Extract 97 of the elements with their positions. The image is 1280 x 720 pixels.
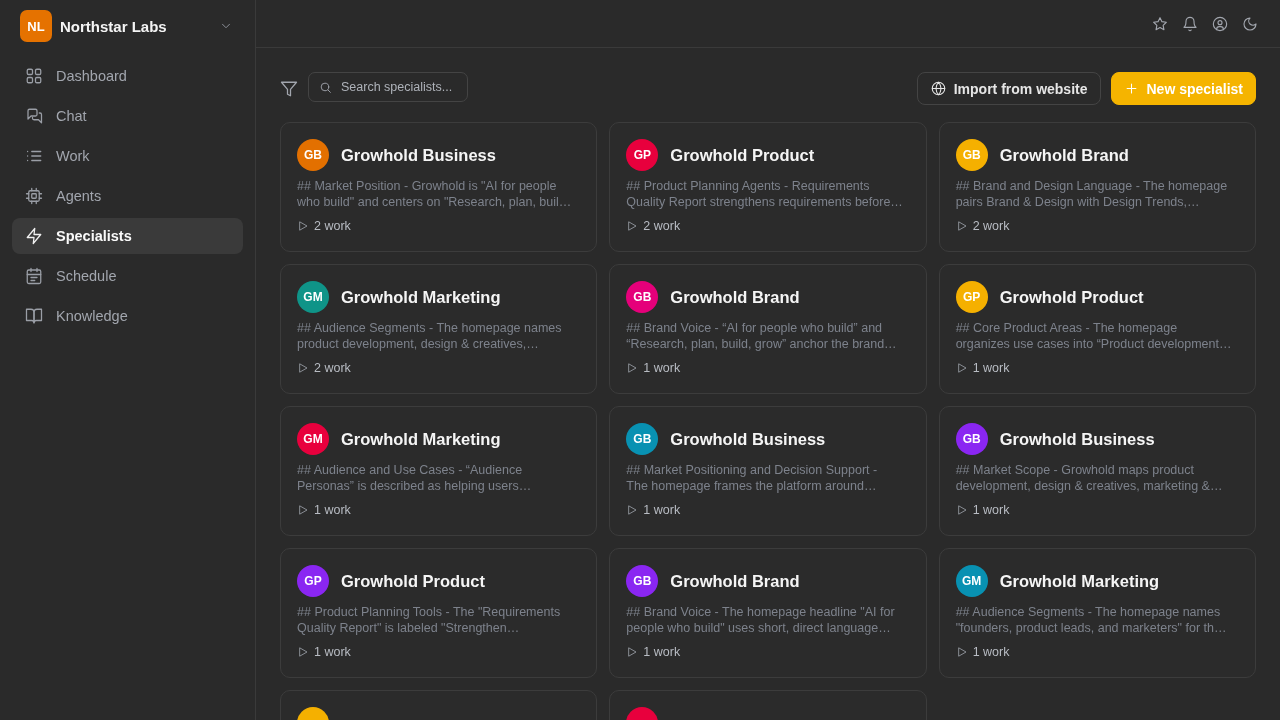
- grid-icon: [25, 67, 43, 85]
- play-icon: [626, 220, 639, 232]
- work-count: 2 work: [643, 219, 681, 233]
- specialist-name: Growhold Brand: [670, 571, 800, 591]
- nav-item[interactable]: Specialists: [12, 218, 243, 254]
- play-icon: [955, 504, 968, 516]
- work-count: 1 work: [314, 503, 351, 517]
- specialist-name: Growhold Product: [341, 571, 485, 591]
- play-icon: [297, 646, 309, 658]
- nav-item[interactable]: Agents: [12, 178, 243, 214]
- play-icon: [626, 504, 639, 516]
- user-circle-icon[interactable]: [1212, 15, 1228, 32]
- work-count: 1 work: [314, 645, 351, 659]
- specialist-name: Growhold Business: [999, 429, 1155, 449]
- specialist-card[interactable]: GB Growhold Business ## Market Scope - Growhold maps product development, design & creatives, marketing &… 1 work: [938, 406, 1256, 536]
- specialist-name: Growhold Product: [670, 145, 815, 165]
- initials-avatar: GP: [955, 281, 988, 313]
- specialist-card[interactable]: GM Growhold Marketing ## Audience Segments - The homepage names product development, design & creatives,… 2 work: [280, 264, 598, 394]
- work-count: 1 work: [643, 503, 681, 517]
- nav-item[interactable]: Work: [12, 138, 243, 174]
- play-icon: [955, 362, 968, 374]
- lightning-icon: [25, 227, 43, 245]
- plus-icon: [1123, 81, 1139, 96]
- chip-icon: [25, 187, 43, 205]
- specialist-name: Growhold Marketing: [999, 571, 1160, 591]
- nav-item[interactable]: Dashboard: [12, 58, 243, 94]
- specialist-description: ## Audience Segments - The homepage names "founders, product leads, and marketers" for th…: [955, 604, 1228, 636]
- specialist-card[interactable]: GP Growhold Product ## Core Product Areas - The homepage organizes use cases into “Product development… 1 work: [938, 264, 1256, 394]
- specialist-card[interactable]: GB Growhold Brand ## Brand Voice - “AI for people who build” and “Research, plan, build, grow” anchor the brand… 1 work: [609, 264, 927, 394]
- work-count: 1 work: [643, 645, 681, 659]
- specialist-card[interactable]: GB Growhold Business ## Market Position - Growhold is "AI for people who build" and centers on "Research, plan, buil… 2 work: [280, 122, 598, 252]
- initials-avatar: GB: [626, 423, 659, 455]
- specialist-description: ## Market Scope - Growhold maps product development, design & creatives, marketing &…: [955, 462, 1224, 494]
- specialist-description: ## Market Positioning and Decision Support - The homepage frames the platform around…: [626, 462, 879, 494]
- moon-icon[interactable]: [1242, 15, 1258, 32]
- specialist-card[interactable]: GM Growhold Marketing ## Audience and Use Cases - “Audience Personas” is described as helping users… 1 work: [280, 406, 598, 536]
- specialist-description: ## Brand Voice - The homepage headline "AI for people who build" uses short, direct language…: [626, 604, 896, 636]
- play-icon: [955, 220, 968, 232]
- play-icon: [297, 362, 309, 374]
- book-icon: [25, 307, 43, 325]
- search-field[interactable]: Search specialists...: [308, 72, 468, 102]
- initials-avatar: GP: [626, 139, 659, 171]
- org-name: Northstar Labs: [60, 17, 167, 35]
- specialist-name: Growhold Brand: [999, 145, 1129, 165]
- specialist-description: ## Audience and Use Cases - “Audience Personas” is described as helping users…: [297, 462, 533, 494]
- specialist-description: ## Market Position - Growhold is "AI for people who build" and centers on "Research, plan, buil…: [297, 178, 573, 210]
- nav-item[interactable]: Knowledge: [12, 298, 243, 334]
- specialist-description: ## Audience Segments - The homepage names product development, design & creatives,…: [297, 320, 563, 352]
- work-count: 2 work: [314, 219, 351, 233]
- specialist-card[interactable]: GB Growhold Brand ## Brand and Design Language - The homepage pairs Brand & Design with Design Trends,… 2 work: [938, 122, 1256, 252]
- play-icon: [626, 646, 639, 658]
- specialist-card[interactable]: GP Growhold Product ## Product Planning Tools - The "Requirements Quality Report" is labeled "Strengthen… 1 work: [280, 548, 598, 678]
- work-count: 1 work: [972, 645, 1010, 659]
- specialist-name: Growhold Business: [670, 429, 826, 449]
- calendar-icon: [25, 267, 43, 285]
- specialist-card[interactable]: GP Growhold Product ## Product Planning Agents - Requirements Quality Report strengthens requirements before… 2 work: [609, 122, 927, 252]
- initials-avatar: GB: [297, 139, 329, 171]
- work-count: 2 work: [314, 361, 351, 375]
- work-count: 1 work: [972, 361, 1010, 375]
- initials-avatar: GB: [626, 281, 659, 313]
- specialist-name: Growhold Marketing: [341, 287, 501, 307]
- import-button[interactable]: Import from website: [916, 72, 1101, 105]
- play-icon: [955, 646, 968, 658]
- play-icon: [297, 504, 309, 516]
- specialist-description: ## Brand and Design Language - The homepage pairs Brand & Design with Design Trends,…: [955, 178, 1229, 210]
- specialist-name: Growhold Brand: [670, 287, 800, 307]
- initials-avatar: GB: [955, 139, 988, 171]
- nav-item[interactable]: Chat: [12, 98, 243, 134]
- org-avatar: NL: [20, 10, 52, 42]
- initials-avatar: GB: [955, 423, 988, 455]
- specialist-description: ## Brand Voice - “AI for people who build” and “Research, plan, build, grow” anchor the brand…: [626, 320, 898, 352]
- specialist-card[interactable]: GM Growhold Marketing ## Audience Segments - The homepage names "founders, product leads, and marketers" for th… 1 work: [938, 548, 1256, 678]
- nav-item[interactable]: Schedule: [12, 258, 243, 294]
- initials-avatar: GM: [297, 281, 329, 313]
- specialist-name: Growhold Marketing: [341, 429, 501, 449]
- globe-icon: [930, 81, 946, 96]
- specialist-card[interactable]: GB Growhold Business ## Market Positioning and Decision Support - The homepage frames the platform around… 1 work: [609, 406, 927, 536]
- initials-avatar: GP: [297, 565, 329, 597]
- work-count: 2 work: [972, 219, 1010, 233]
- specialist-name: Growhold Product: [999, 287, 1144, 307]
- play-icon: [626, 362, 639, 374]
- chat-bubbles-icon: [25, 107, 43, 125]
- work-count: 1 work: [972, 503, 1010, 517]
- bell-icon[interactable]: [1182, 15, 1198, 32]
- play-icon: [297, 220, 309, 232]
- specialist-description: ## Core Product Areas - The homepage organizes use cases into “Product development…: [955, 320, 1233, 352]
- search-icon: [319, 81, 332, 94]
- filter-icon[interactable]: [280, 79, 298, 98]
- work-count: 1 work: [643, 361, 681, 375]
- specialist-description: ## Product Planning Agents - Requirements Quality Report strengthens requirements before…: [626, 178, 904, 210]
- initials-avatar: GM: [297, 423, 329, 455]
- specialist-card[interactable]: GB Growhold Brand ## Brand Voice - The homepage headline "AI for people who build" uses short, direct language… 1 work: [609, 548, 927, 678]
- specialist-description: ## Product Planning Tools - The "Requirements Quality Report" is labeled "Strengthen…: [297, 604, 562, 636]
- star-icon[interactable]: [1152, 15, 1168, 32]
- initials-avatar: GM: [955, 565, 988, 597]
- specialist-name: Growhold Business: [341, 145, 496, 165]
- initials-avatar: GB: [626, 565, 659, 597]
